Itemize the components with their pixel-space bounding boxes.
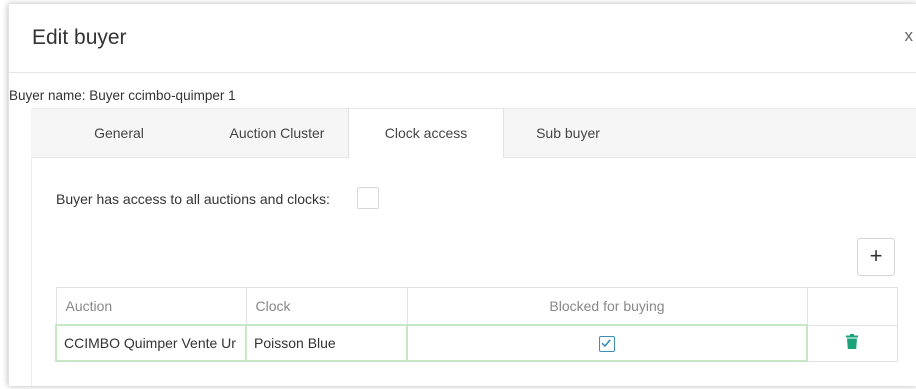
tabs-bar: General Auction Cluster Clock access Sub…: [31, 108, 916, 158]
header-divider: [9, 72, 916, 73]
table-header-row: Auction Clock Blocked for buying: [55, 287, 898, 326]
all-access-checkbox[interactable]: [357, 187, 379, 209]
blocked-cell[interactable]: [406, 324, 808, 362]
clock-access-table: Auction Clock Blocked for buying CCIMBO …: [55, 287, 898, 362]
column-header-auction: Auction: [55, 287, 247, 326]
column-header-clock: Clock: [245, 287, 408, 326]
tab-auction-cluster[interactable]: Auction Cluster: [207, 109, 347, 157]
column-header-actions: [806, 287, 898, 326]
tab-sub-buyer[interactable]: Sub buyer: [503, 109, 633, 157]
edit-buyer-dialog: Edit buyer x Buyer name: Buyer ccimbo-qu…: [8, 4, 916, 386]
column-header-blocked: Blocked for buying: [406, 287, 808, 326]
close-icon[interactable]: x: [905, 26, 914, 46]
trash-icon[interactable]: [846, 334, 859, 352]
plus-icon: +: [869, 243, 883, 268]
add-button[interactable]: +: [857, 238, 895, 276]
tab-general[interactable]: General: [31, 109, 207, 157]
clock-cell[interactable]: Poisson Blue: [245, 324, 408, 362]
table-row: CCIMBO Quimper Vente Ur Poisson Blue: [55, 324, 898, 362]
dialog-title: Edit buyer: [32, 26, 127, 49]
checkbox-checked-icon[interactable]: [599, 335, 615, 352]
buyer-name-label: Buyer name: Buyer ccimbo-quimper 1: [9, 88, 236, 103]
all-access-label: Buyer has access to all auctions and clo…: [56, 191, 330, 207]
tab-clock-access[interactable]: Clock access: [348, 109, 504, 158]
clock-access-panel: Buyer has access to all auctions and clo…: [31, 157, 916, 386]
actions-cell: [806, 324, 898, 362]
auction-cell[interactable]: CCIMBO Quimper Vente Ur: [55, 324, 247, 362]
